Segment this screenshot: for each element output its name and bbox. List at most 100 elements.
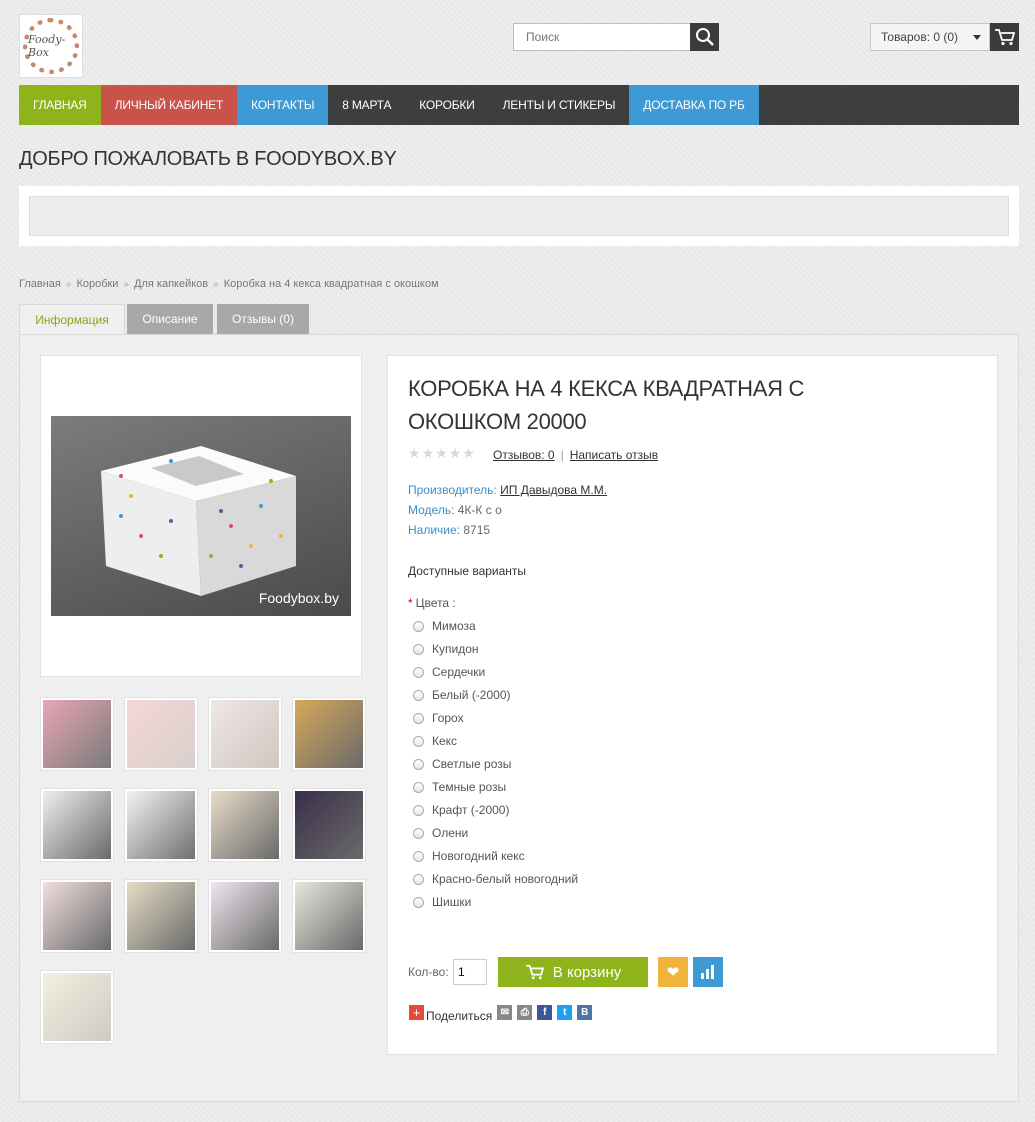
logo-text: Foody-Box: [28, 33, 66, 59]
color-option-label: Светлые розы: [432, 757, 512, 771]
cart-label: Товаров: 0 (0): [881, 30, 959, 44]
cart-summary[interactable]: Товаров: 0 (0): [870, 23, 990, 51]
color-option-label: Новогодний кекс: [432, 849, 525, 863]
radio-button[interactable]: [413, 712, 424, 724]
star-icon: ★: [435, 445, 448, 461]
share-label[interactable]: Поделиться: [426, 1009, 492, 1023]
thumbnail[interactable]: [292, 879, 366, 953]
product-main-image[interactable]: Foodybox.by: [40, 355, 362, 677]
color-option[interactable]: Светлые розы: [413, 757, 511, 771]
nav-item-account[interactable]: ЛИЧНЫЙ КАБИНЕТ: [100, 85, 238, 125]
color-option[interactable]: Крафт (-2000): [413, 803, 509, 817]
model-row: Модель: 4К-К с о: [408, 503, 502, 517]
vk-icon[interactable]: В: [577, 1005, 593, 1020]
tab-info[interactable]: Информация: [19, 304, 125, 334]
color-option[interactable]: Красно-белый новогодний: [413, 872, 578, 886]
manufacturer-link[interactable]: ИП Давыдова М.М.: [500, 483, 607, 497]
model-label: Модель:: [408, 503, 455, 517]
color-option[interactable]: Олени: [413, 826, 468, 840]
thumbnail[interactable]: [40, 697, 114, 771]
thumbnail[interactable]: [40, 879, 114, 953]
color-option[interactable]: Купидон: [413, 642, 479, 656]
heart-icon: ❤: [666, 964, 680, 981]
radio-button[interactable]: [413, 896, 424, 908]
print-icon[interactable]: ⎙: [517, 1005, 533, 1020]
thumbnail[interactable]: [124, 879, 198, 953]
manufacturer-label: Производитель:: [408, 483, 497, 497]
quantity-input[interactable]: [453, 959, 487, 985]
thumbnail[interactable]: [208, 697, 282, 771]
cart-button[interactable]: [990, 23, 1019, 51]
radio-button[interactable]: [413, 643, 424, 655]
cart-icon: [994, 29, 1015, 46]
nav-item-home[interactable]: ГЛАВНАЯ: [19, 85, 101, 125]
color-option[interactable]: Белый (-2000): [413, 688, 511, 702]
color-option[interactable]: Сердечки: [413, 665, 485, 679]
add-to-cart-label: В корзину: [552, 963, 622, 981]
search-button[interactable]: [690, 23, 719, 51]
plus-icon[interactable]: +: [409, 1005, 424, 1020]
thumbnail[interactable]: [208, 879, 282, 953]
manufacturer-row: Производитель: ИП Давыдова М.М.: [408, 483, 607, 497]
radio-button[interactable]: [413, 666, 424, 678]
cart-icon: [525, 964, 544, 980]
breadcrumb-cupcakes[interactable]: Для капкейков: [134, 278, 208, 290]
breadcrumb-boxes[interactable]: Коробки: [76, 278, 118, 290]
search-input[interactable]: [514, 24, 690, 50]
color-option[interactable]: Темные розы: [413, 780, 506, 794]
color-option[interactable]: Кекс: [413, 734, 457, 748]
color-option[interactable]: Шишки: [413, 895, 471, 909]
thumbnail[interactable]: [124, 788, 198, 862]
color-option-label: Горох: [432, 711, 464, 725]
box-illustration: [101, 446, 296, 596]
nav-item-march8[interactable]: 8 МАРТА: [328, 85, 405, 125]
radio-button[interactable]: [413, 873, 424, 885]
welcome-heading: ДОБРО ПОЖАЛОВАТЬ В FOODYBOX.BY: [19, 148, 397, 170]
mail-icon[interactable]: ✉: [497, 1005, 513, 1020]
thumbnail[interactable]: [124, 697, 198, 771]
facebook-icon[interactable]: f: [537, 1005, 553, 1020]
color-option[interactable]: Мимоза: [413, 619, 476, 633]
radio-button[interactable]: [413, 689, 424, 701]
breadcrumb-home[interactable]: Главная: [19, 278, 61, 290]
nav-item-ribbons[interactable]: ЛЕНТЫ И СТИКЕРЫ: [489, 85, 630, 125]
wishlist-button[interactable]: ❤: [658, 957, 688, 987]
color-option[interactable]: Горох: [413, 711, 464, 725]
compare-button[interactable]: [693, 957, 723, 987]
quantity-label: Кол-во:: [408, 965, 449, 979]
twitter-icon[interactable]: t: [557, 1005, 573, 1020]
nav-item-contacts[interactable]: КОНТАКТЫ: [237, 85, 329, 125]
search-box: [513, 23, 691, 51]
stock-row: Наличие: 8715: [408, 523, 490, 537]
thumbnail[interactable]: [40, 788, 114, 862]
thumbnail[interactable]: [40, 970, 114, 1044]
radio-button[interactable]: [413, 620, 424, 632]
logo[interactable]: Foody-Box: [19, 14, 83, 78]
reviews-count-link[interactable]: Отзывов: 0: [493, 448, 555, 462]
tab-description[interactable]: Описание: [127, 304, 213, 334]
radio-button[interactable]: [413, 827, 424, 839]
color-option-label: Крафт (-2000): [432, 803, 510, 817]
nav-item-delivery[interactable]: ДОСТАВКА ПО РБ: [629, 85, 759, 125]
colors-label: * Цвета :: [408, 596, 456, 610]
radio-button[interactable]: [413, 804, 424, 816]
thumbnail[interactable]: [292, 788, 366, 862]
color-option[interactable]: Новогодний кекс: [413, 849, 525, 863]
banner: [19, 186, 1019, 246]
star-icon: ★: [421, 445, 435, 461]
star-icon: ★: [462, 445, 475, 461]
radio-button[interactable]: [413, 758, 424, 770]
radio-button[interactable]: [413, 850, 424, 862]
nav-item-boxes[interactable]: КОРОБКИ: [405, 85, 488, 125]
thumbnail[interactable]: [208, 788, 282, 862]
model-value: 4К-К с о: [457, 503, 502, 517]
add-to-cart-button[interactable]: В корзину: [498, 957, 648, 987]
breadcrumb-current[interactable]: Коробка на 4 кекса квадратная с окошком: [224, 278, 439, 290]
thumbnail[interactable]: [292, 697, 366, 771]
radio-button[interactable]: [413, 735, 424, 747]
color-option-label: Мимоза: [432, 619, 476, 633]
tab-reviews[interactable]: Отзывы (0): [217, 304, 309, 334]
radio-button[interactable]: [413, 781, 424, 793]
write-review-link[interactable]: Написать отзыв: [570, 448, 658, 462]
stock-label: Наличие:: [408, 523, 461, 537]
